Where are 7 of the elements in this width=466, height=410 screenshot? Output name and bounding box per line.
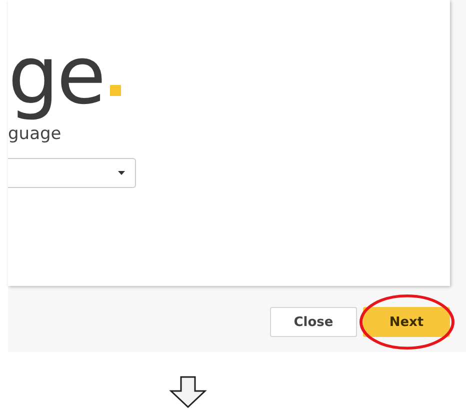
language-dropdown[interactable] (8, 158, 136, 188)
field-label: guage (8, 124, 62, 144)
caret-icon (118, 171, 125, 175)
close-button[interactable]: Close (270, 307, 357, 337)
accent-square-icon (110, 85, 121, 96)
down-arrow-icon (168, 376, 208, 408)
next-button[interactable]: Next (363, 307, 450, 337)
